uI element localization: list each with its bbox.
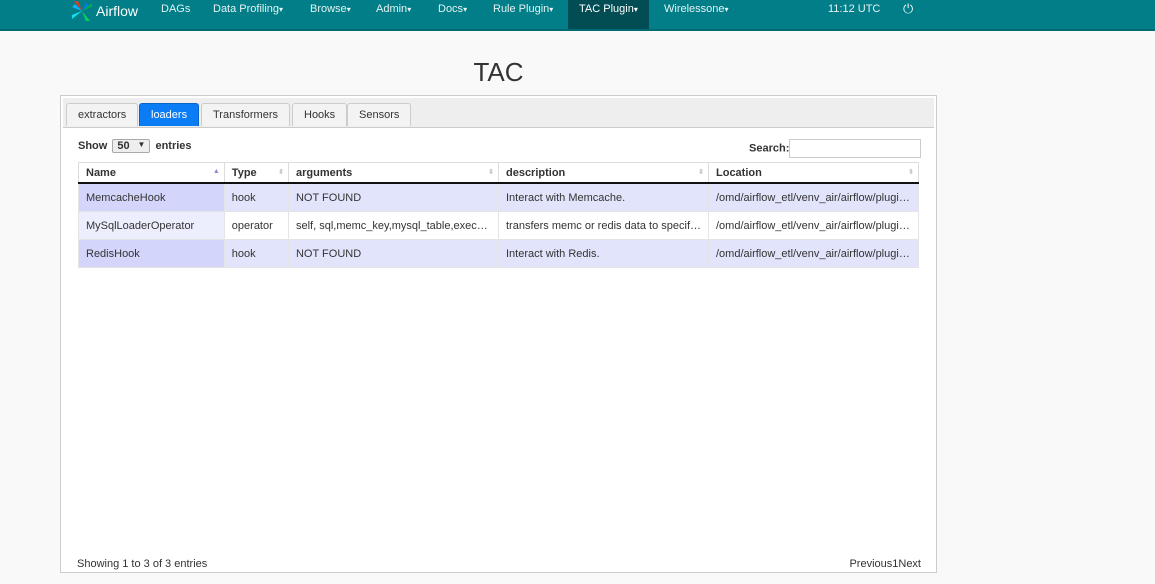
table-row[interactable]: RedisHook hook NOT FOUND Interact with R…	[78, 239, 919, 268]
tac-panel: extractors loaders Transformers Hooks Se…	[60, 95, 937, 573]
tab-extractors[interactable]: extractors	[66, 103, 139, 126]
navbar: Airflow DAGs Data Profiling▾ Browse▾ Adm…	[0, 0, 1155, 31]
cell-type: hook	[223, 239, 289, 268]
airflow-logo-icon	[72, 1, 92, 21]
nav-label: TAC Plugin	[579, 3, 634, 15]
tab-loaders[interactable]: loaders	[139, 103, 200, 126]
sort-icon: ⬍	[698, 169, 704, 176]
entries-length: Show 50 ▼ entries	[78, 139, 192, 153]
entries-label: entries	[155, 140, 192, 152]
search-box: Search:	[749, 139, 922, 158]
column-header-location[interactable]: Location ⬍	[708, 162, 919, 184]
cell-description: Interact with Redis.	[497, 239, 710, 268]
sort-icon: ⬍	[908, 169, 914, 176]
cell-arguments: NOT FOUND	[287, 239, 499, 268]
caret-down-icon: ▾	[724, 5, 729, 14]
cell-type: hook	[223, 182, 289, 212]
cell-name: MySqlLoaderOperator	[78, 211, 225, 240]
select-arrow-icon: ▼	[137, 140, 146, 149]
sort-asc-icon: ▲	[212, 168, 220, 175]
cell-location: /omd/airflow_etl/venv_air/airflow/plugin…	[708, 211, 919, 240]
nav-dags[interactable]: DAGs	[150, 0, 201, 29]
search-label: Search:	[749, 142, 790, 155]
nav-label: Rule Plugin	[493, 3, 550, 15]
cell-description: Interact with Memcache.	[497, 182, 710, 212]
tab-sensors[interactable]: Sensors	[347, 103, 412, 126]
cell-type: operator	[223, 211, 289, 240]
column-header-arguments[interactable]: arguments ⬍	[287, 162, 499, 184]
header-label: description	[505, 166, 566, 179]
nav-label: DAGs	[161, 3, 191, 15]
tab-transformers[interactable]: Transformers	[201, 103, 290, 126]
nav-label: Browse	[310, 3, 347, 15]
cell-location: /omd/airflow_etl/venv_air/airflow/plugin…	[708, 182, 919, 212]
nav-label: Wirelessone	[664, 3, 725, 15]
caret-down-icon: ▾	[346, 5, 351, 14]
tab-hooks[interactable]: Hooks	[292, 103, 348, 126]
previous-button[interactable]: Previous	[849, 558, 892, 570]
nav-label: Docs	[438, 3, 464, 15]
search-input[interactable]	[789, 139, 922, 158]
brand-name: Airflow	[96, 3, 139, 19]
header-label: Name	[86, 166, 116, 179]
page-title: TAC	[473, 57, 524, 87]
nav-rule-plugin[interactable]: Rule Plugin▾	[482, 0, 564, 29]
nav-browse[interactable]: Browse▾	[299, 0, 362, 29]
utc-clock: 11:12 UTC	[828, 3, 881, 15]
table-row[interactable]: MemcacheHook hook NOT FOUND Interact wit…	[78, 182, 919, 212]
nav-docs[interactable]: Docs▾	[427, 0, 478, 29]
show-label: Show	[78, 140, 108, 152]
loaders-table: Name ▲ Type ⬍ arguments ⬍ description ⬍ Loca…	[78, 162, 919, 268]
nav-tac-plugin[interactable]: TAC Plugin▾	[568, 0, 649, 29]
table-info: Showing 1 to 3 of 3 entries	[77, 558, 208, 570]
column-header-type[interactable]: Type ⬍	[223, 162, 289, 184]
caret-down-icon: ▾	[279, 5, 284, 14]
caret-down-icon: ▾	[633, 5, 638, 14]
header-label: arguments	[295, 166, 353, 179]
column-header-name[interactable]: Name ▲	[78, 162, 225, 184]
caret-down-icon: ▾	[549, 5, 554, 14]
header-label: Type	[231, 166, 257, 179]
sort-icon: ⬍	[278, 169, 284, 176]
nav-label: Admin	[376, 3, 408, 15]
table-row[interactable]: MySqlLoaderOperator operator self, sql,m…	[78, 211, 919, 240]
entries-select[interactable]: 50 ▼	[112, 139, 151, 153]
cell-location: /omd/airflow_etl/venv_air/airflow/plugin…	[708, 239, 919, 268]
cell-arguments: NOT FOUND	[287, 182, 499, 212]
entries-value: 50	[117, 140, 130, 152]
sort-icon: ⬍	[488, 169, 494, 176]
nav-label: Data Profiling	[213, 3, 280, 15]
nav-data-profiling[interactable]: Data Profiling▾	[202, 0, 294, 29]
caret-down-icon: ▾	[463, 5, 468, 14]
cell-description: transfers memc or redis data to specif…	[497, 211, 710, 240]
nav-admin[interactable]: Admin▾	[365, 0, 422, 29]
tab-bar: extractors loaders Transformers Hooks Se…	[63, 98, 934, 128]
cell-arguments: self, sql,memc_key,mysql_table,exec_…	[287, 211, 499, 240]
column-header-description[interactable]: description ⬍	[497, 162, 710, 184]
next-button[interactable]: Next	[898, 558, 921, 570]
cell-name: RedisHook	[78, 239, 225, 268]
brand-link[interactable]: Airflow	[72, 0, 138, 22]
cell-name: MemcacheHook	[78, 182, 225, 212]
header-label: Location	[716, 166, 762, 179]
logout-power-icon[interactable]: ⏻	[892, 0, 924, 29]
pagination: Previous1Next	[849, 558, 921, 570]
nav-wirelessone[interactable]: Wirelessone▾	[653, 0, 740, 29]
caret-down-icon: ▾	[407, 5, 412, 14]
